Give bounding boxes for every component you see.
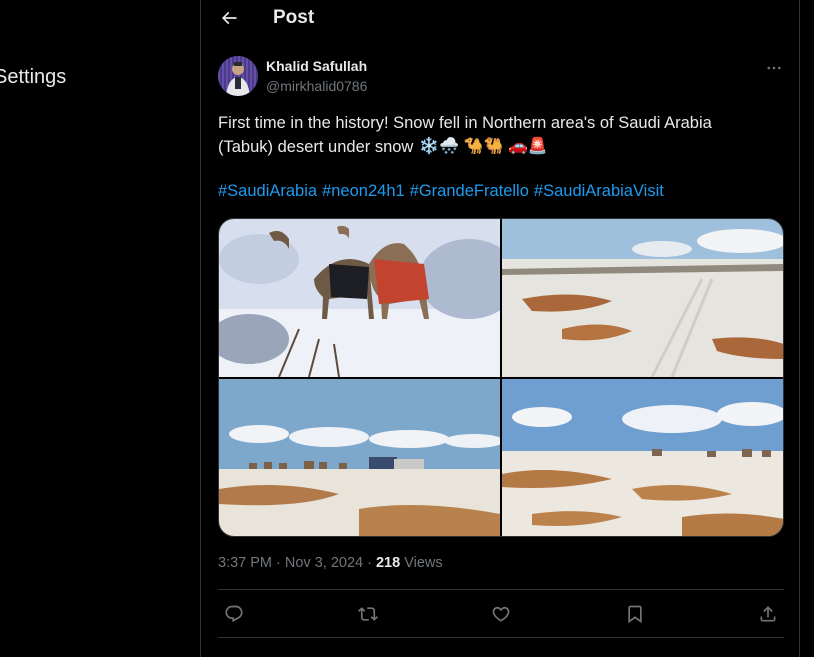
author-name[interactable]: Khalid Safullah	[266, 58, 367, 74]
hashtag-list: #SaudiArabia #neon24h1 #GrandeFratello #…	[218, 182, 664, 201]
hashtag-link[interactable]: #GrandeFratello	[410, 182, 529, 201]
post-timestamp: 3:37 PM · Nov 3, 2024 · 218 Views	[218, 555, 443, 571]
more-button[interactable]	[764, 58, 784, 78]
share-icon	[760, 606, 776, 622]
post-author: Khalid Safullah @mirkhalid0786	[218, 56, 784, 96]
timestamp-text[interactable]: 3:37 PM · Nov 3, 2024 ·	[218, 555, 376, 571]
views-label: Views	[400, 555, 443, 571]
divider	[218, 637, 784, 638]
repost-icon	[357, 607, 378, 621]
bookmark-button[interactable]	[619, 598, 651, 630]
post-column: Post Khalid Safullah @mirkhalid0786 Firs…	[200, 0, 800, 657]
repost-button[interactable]	[352, 598, 384, 630]
page-title: Post	[273, 7, 315, 28]
hashtag-link[interactable]: #SaudiArabiaVisit	[534, 182, 664, 201]
divider	[218, 589, 784, 590]
post-header: Post	[201, 0, 799, 36]
hashtag-link[interactable]: #neon24h1	[322, 182, 405, 201]
reply-icon	[225, 605, 243, 623]
avatar[interactable]	[218, 56, 258, 96]
post-text-line1: First time in the history! Snow fell in …	[218, 114, 712, 132]
arrow-left-icon	[221, 11, 237, 25]
post-photo-3[interactable]	[219, 379, 500, 536]
like-button[interactable]	[485, 598, 517, 630]
more-horizontal-icon	[767, 66, 781, 70]
hashtag-link[interactable]: #SaudiArabia	[218, 182, 317, 201]
post-photo-1[interactable]	[219, 219, 500, 377]
post-text-line2: (Tabuk) desert under snow	[218, 138, 414, 156]
post-emojis: ❄️🌨️ 🐪🐫 🚗🚨	[419, 138, 548, 155]
post-text: First time in the history! Snow fell in …	[218, 111, 778, 159]
bookmark-icon	[627, 605, 642, 624]
post-photo-2[interactable]	[502, 219, 783, 377]
post-photo-4[interactable]	[502, 379, 783, 536]
back-button[interactable]	[217, 6, 241, 30]
reply-button[interactable]	[218, 598, 250, 630]
sidebar-item-settings[interactable]: Settings	[0, 66, 66, 89]
post-actions	[218, 598, 784, 630]
author-handle[interactable]: @mirkhalid0786	[266, 78, 367, 94]
media-grid	[218, 218, 784, 537]
views-count: 218	[375, 555, 401, 571]
share-button[interactable]	[752, 598, 784, 630]
heart-icon	[492, 606, 510, 622]
